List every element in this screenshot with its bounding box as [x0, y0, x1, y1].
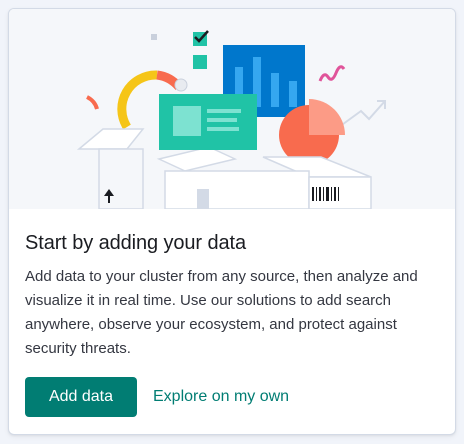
small-square-icon	[151, 34, 157, 40]
small-arc-icon	[86, 95, 99, 110]
trend-line-icon	[338, 100, 386, 128]
add-data-button[interactable]: Add data	[25, 377, 137, 417]
squiggle-icon	[318, 65, 346, 82]
card-title: Start by adding your data	[25, 232, 246, 254]
add-data-illustration	[9, 9, 455, 209]
checkbox-check-icon	[193, 30, 209, 69]
add-data-card: Start by adding your data Add data to yo…	[8, 8, 456, 435]
explore-on-my-own-link[interactable]: Explore on my own	[153, 377, 289, 417]
info-card-icon	[159, 94, 257, 150]
card-description: Add data to your cluster from any source…	[25, 268, 418, 357]
